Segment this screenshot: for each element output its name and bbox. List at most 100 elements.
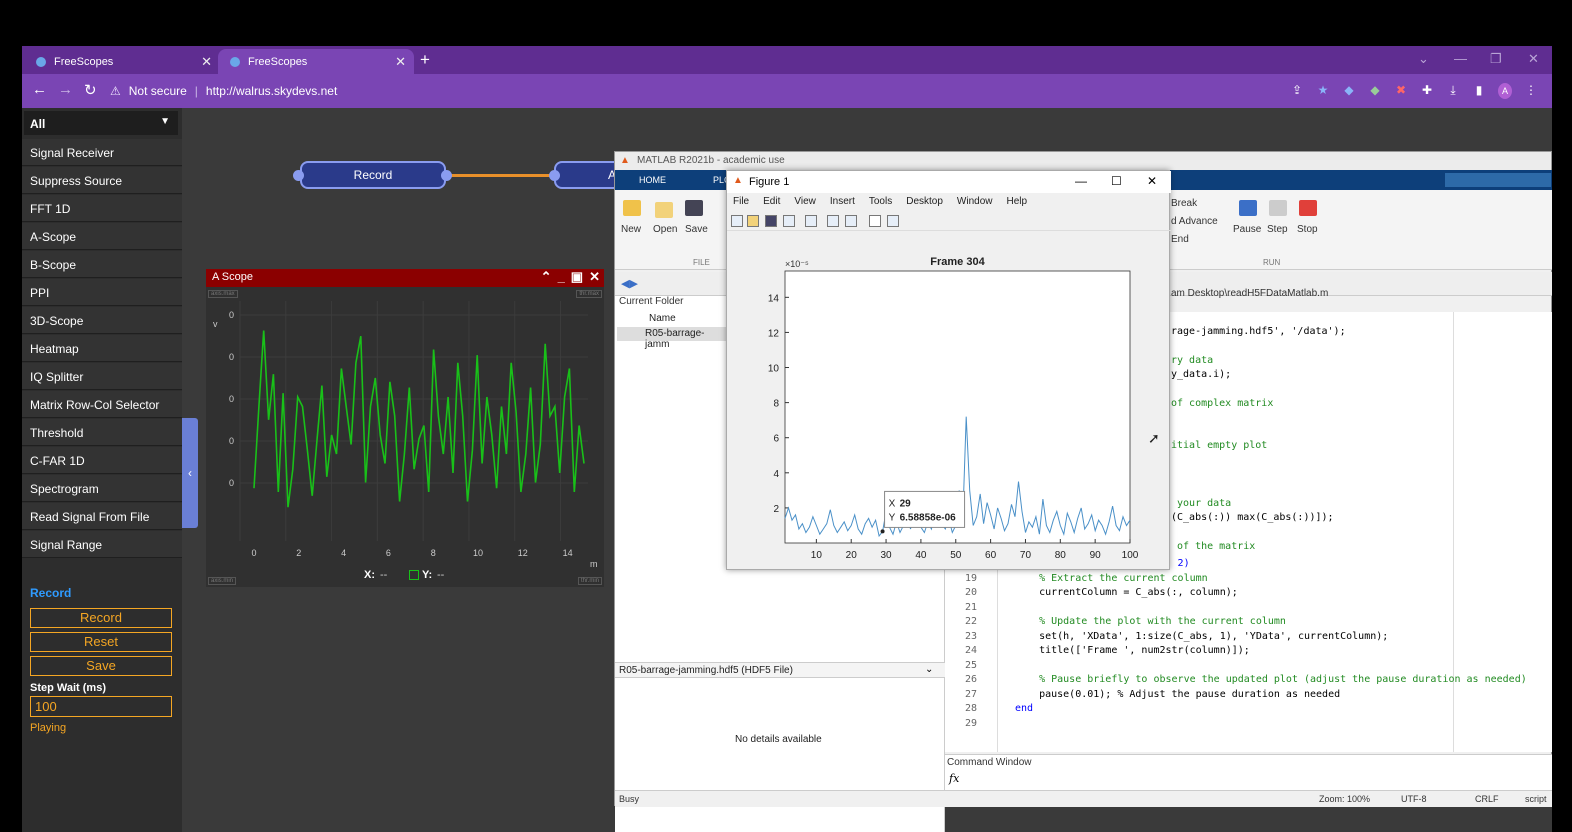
property-editor-icon[interactable] [887, 215, 899, 227]
code-line: title(['Frame ', num2str(column)]); [1015, 645, 1250, 656]
menu-item[interactable]: Window [957, 196, 993, 208]
command-window[interactable]: Command Window fx [945, 754, 1552, 790]
block-item[interactable]: Suppress Source [22, 167, 182, 194]
extension-icon[interactable]: ◆ [1342, 83, 1356, 99]
back-arrow-icon[interactable]: ◀▶ [621, 277, 638, 290]
chevron-down-icon[interactable]: ⌄ [925, 664, 933, 675]
node-record[interactable]: Record [300, 161, 446, 189]
forward-icon[interactable]: → [58, 81, 73, 98]
close-icon[interactable]: ✕ [1147, 174, 1157, 188]
tab-freescopes-2[interactable]: FreeScopes ✕ [218, 49, 414, 74]
block-item[interactable]: Signal Receiver [22, 139, 182, 166]
end-label[interactable]: End [1171, 234, 1189, 245]
step-button[interactable]: Step [1267, 224, 1288, 235]
menu-item[interactable]: Help [1007, 196, 1028, 208]
close-window-icon[interactable]: ✕ [1528, 51, 1539, 67]
reload-icon[interactable]: ↻ [84, 81, 97, 99]
menu-item[interactable]: Edit [763, 196, 780, 208]
reset-button[interactable]: Reset [30, 632, 172, 652]
stop-button[interactable]: Stop [1297, 224, 1318, 235]
block-item[interactable]: Signal Range [22, 531, 182, 558]
tab-freescopes-1[interactable]: FreeScopes ✕ [24, 49, 220, 74]
download-icon[interactable]: ⤓ [1446, 83, 1460, 99]
block-item[interactable]: PPI [22, 279, 182, 306]
open-button[interactable]: Open [653, 224, 677, 235]
link-icon[interactable] [805, 215, 817, 227]
sidepanel-icon[interactable]: ▮ [1472, 83, 1486, 99]
menu-item[interactable]: View [794, 196, 816, 208]
name-column-header[interactable]: Name [649, 313, 676, 324]
share-icon[interactable]: ⇪ [1290, 83, 1304, 99]
close-tab-icon[interactable]: ✕ [395, 54, 406, 70]
back-icon[interactable]: ← [32, 81, 47, 98]
line-number: 23 [964, 630, 977, 642]
colorbar-icon[interactable] [827, 215, 839, 227]
save-file-button[interactable]: Save [685, 224, 708, 235]
menu-item[interactable]: Desktop [906, 196, 943, 208]
print-icon[interactable] [783, 215, 795, 227]
new-icon[interactable] [623, 200, 641, 216]
code-line: set(h, 'XData', 1:size(C_abs, 1), 'YData… [1015, 630, 1389, 642]
menu-kebab-icon[interactable]: ⋮ [1524, 83, 1538, 99]
advance-label[interactable]: d Advance [1171, 216, 1218, 227]
tab-search-icon[interactable]: ⌄ [1418, 51, 1429, 67]
step-wait-input[interactable]: 100 [30, 696, 172, 717]
record-button[interactable]: Record [30, 608, 172, 628]
block-item[interactable]: C-FAR 1D [22, 447, 182, 474]
bookmark-star-icon[interactable]: ★ [1316, 83, 1330, 99]
block-item[interactable]: IQ Splitter [22, 363, 182, 390]
close-tab-icon[interactable]: ✕ [201, 54, 212, 70]
open-icon[interactable] [747, 215, 759, 227]
block-item[interactable]: Matrix Row-Col Selector [22, 391, 182, 418]
quick-access-toolbar[interactable] [1445, 173, 1551, 187]
pointer-icon[interactable] [869, 215, 881, 227]
address-bar[interactable]: ⚠ Not secure | http://walrus.skydevs.net [110, 79, 1410, 103]
save-button[interactable]: Save [30, 656, 172, 676]
tab-home[interactable]: HOME [639, 175, 666, 185]
restore-icon[interactable]: ❐ [1490, 51, 1502, 67]
block-item[interactable]: Heatmap [22, 335, 182, 362]
save-icon[interactable] [765, 215, 777, 227]
step-icon[interactable] [1269, 200, 1287, 216]
y-exponent-label: ×10⁻⁵ [785, 259, 809, 269]
figure-titlebar[interactable]: ▲ Figure 1 — ☐ ✕ [727, 171, 1171, 193]
block-item[interactable]: A-Scope [22, 223, 182, 250]
new-tab-button[interactable]: + [420, 50, 430, 70]
open-folder-icon[interactable] [655, 202, 673, 218]
maximize-icon[interactable]: ☐ [1111, 174, 1122, 188]
file-row[interactable]: R05-barrage-jamm [617, 327, 727, 350]
block-item[interactable]: Spectrogram [22, 475, 182, 502]
url-text: http://walrus.skydevs.net [205, 84, 338, 98]
extension-icon[interactable]: ✖ [1394, 83, 1408, 99]
pause-button[interactable]: Pause [1233, 224, 1261, 235]
current-path[interactable]: am Desktop\readH5FDataMatlab.m [1171, 288, 1328, 299]
stop-icon[interactable] [1299, 200, 1317, 216]
category-select[interactable]: All ▼ [24, 111, 178, 135]
node-port[interactable] [549, 170, 560, 181]
save-icon[interactable] [685, 200, 703, 216]
menu-item[interactable]: Tools [869, 196, 892, 208]
block-item[interactable]: Read Signal From File [22, 503, 182, 530]
details-header[interactable]: R05-barrage-jamming.hdf5 (HDF5 File) ⌄ [615, 662, 945, 678]
collapse-sidebar-button[interactable]: ‹ [182, 418, 198, 528]
new-figure-icon[interactable] [731, 215, 743, 227]
minimize-icon[interactable]: — [1075, 174, 1087, 188]
menu-item[interactable]: Insert [830, 196, 855, 208]
minimize-icon[interactable]: — [1454, 51, 1467, 66]
block-item[interactable]: 3D-Scope [22, 307, 182, 334]
node-port[interactable] [293, 170, 304, 181]
datatip-marker[interactable] [880, 529, 885, 534]
extension-icon[interactable]: ◆ [1368, 83, 1382, 99]
puzzle-icon[interactable]: ✚ [1420, 83, 1434, 99]
block-item[interactable]: FFT 1D [22, 195, 182, 222]
break-label[interactable]: Break [1171, 198, 1197, 209]
new-button[interactable]: New [621, 224, 641, 235]
node-port[interactable] [441, 170, 452, 181]
block-item[interactable]: Threshold [22, 419, 182, 446]
pause-icon[interactable] [1239, 200, 1257, 216]
line-number: 25 [964, 659, 977, 671]
menu-item[interactable]: File [733, 196, 749, 208]
avatar[interactable]: A [1498, 83, 1512, 99]
block-item[interactable]: B-Scope [22, 251, 182, 278]
legend-icon[interactable] [845, 215, 857, 227]
